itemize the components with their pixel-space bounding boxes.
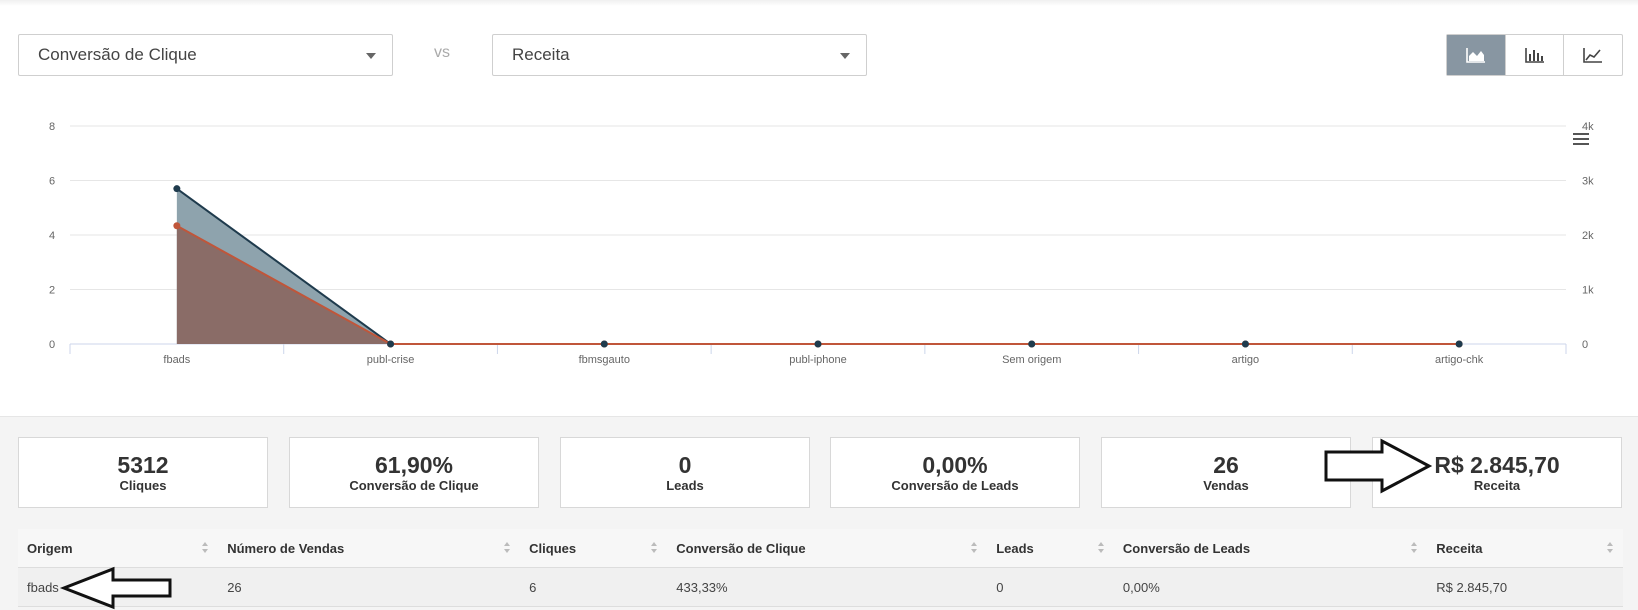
table-cell: 0,00%: [1113, 567, 1428, 607]
column-header[interactable]: Número de Vendas: [218, 529, 521, 568]
left-arrow-annotation: [59, 566, 172, 610]
chevron-down-icon: [366, 53, 376, 59]
stat-card: 61,90% Conversão de Clique: [289, 437, 539, 508]
table-cell: 0: [987, 567, 1114, 607]
vs-label: vs: [434, 44, 450, 61]
right-arrow-annotation: [1324, 438, 1433, 494]
stat-value: 5312: [117, 452, 169, 478]
stat-value: 26: [1213, 452, 1239, 478]
y-right-tick-label: 0: [1582, 339, 1588, 351]
hamburger-menu-icon[interactable]: [1573, 133, 1589, 145]
y-left-tick-label: 0: [49, 339, 55, 351]
column-header[interactable]: Cliques: [520, 529, 668, 568]
column-header-label: Conversão de Clique: [676, 540, 806, 556]
sort-icon: [202, 542, 209, 553]
y-right-tick-label: 3k: [1582, 176, 1594, 188]
column-header-label: Número de Vendas: [227, 540, 345, 556]
stat-label: Conversão de Leads: [891, 478, 1019, 493]
column-header-label: Leads: [996, 540, 1034, 556]
column-header-label: Conversão de Leads: [1122, 540, 1251, 556]
x-tick-label: artigo: [1232, 354, 1260, 366]
series-point: [1028, 340, 1036, 348]
x-tick-label: fbads: [163, 354, 190, 366]
y-left-tick-label: 2: [49, 285, 55, 297]
metric1-select[interactable]: Conversão de Clique: [18, 34, 393, 76]
y-right-tick-label: 2k: [1582, 230, 1594, 242]
x-tick-label: publ-crise: [367, 354, 415, 366]
sort-icon: [504, 542, 511, 553]
top-shadow: [0, 0, 1638, 6]
series-point: [173, 222, 181, 230]
series-line: [176, 224, 1460, 345]
area-chart-icon: [1466, 48, 1485, 63]
table-row[interactable]: fbads 26 6 433,33% 0 0,00% R$ 2.845,70: [18, 567, 1623, 607]
y-left-tick-label: 8: [49, 121, 55, 133]
stat-card: 5312 Cliques: [18, 437, 268, 508]
stat-value: 0,00%: [922, 452, 988, 478]
table-cell: 26: [218, 567, 521, 607]
stat-card: 26 Vendas: [1101, 437, 1351, 508]
y-left-tick-label: 6: [49, 176, 55, 188]
stat-label: Leads: [666, 478, 704, 493]
series-point: [814, 340, 822, 348]
chevron-down-icon: [840, 53, 850, 59]
stat-value: 61,90%: [374, 452, 453, 478]
column-header[interactable]: Conversão de Leads: [1113, 529, 1428, 568]
column-header-label: Origem: [27, 540, 73, 556]
stat-card: 0,00% Conversão de Leads: [830, 437, 1080, 508]
metric2-select[interactable]: Receita: [492, 34, 867, 76]
column-header[interactable]: Leads: [987, 529, 1114, 568]
x-tick-label: Sem origem: [1002, 354, 1061, 366]
sort-icon: [971, 542, 978, 553]
sort-icon: [651, 542, 658, 553]
stat-label: Cliques: [119, 478, 167, 493]
area-chart: 0 2 4 6 8 0 1k 2k 3k 4k fbads publ-crise fbmsgauto pu…: [49, 121, 1594, 366]
line-chart-button[interactable]: [1564, 35, 1622, 75]
table-cell: 6: [520, 567, 668, 607]
series-point: [173, 185, 181, 193]
series-point: [1455, 340, 1463, 348]
table-cell: 433,33%: [667, 567, 988, 607]
x-tick-label: publ-iphone: [789, 354, 847, 366]
column-header[interactable]: Conversão de Clique: [667, 529, 988, 568]
bar-chart-button[interactable]: [1506, 35, 1565, 75]
series-point: [1241, 340, 1249, 348]
sort-icon: [1607, 542, 1613, 553]
y-left-tick-label: 4: [49, 230, 55, 242]
y-right-tick-label: 1k: [1582, 285, 1594, 297]
column-header-label: Cliques: [529, 540, 577, 556]
series-point: [387, 340, 395, 348]
sort-icon: [1411, 542, 1418, 553]
origins-table: Origem Número de Vendas Cliques Conversão d…: [18, 529, 1623, 607]
stat-label: Vendas: [1203, 478, 1249, 493]
y-right-tick-label: 4k: [1582, 121, 1594, 133]
line-chart-icon: [1583, 48, 1603, 63]
stat-card: 0 Leads: [560, 437, 810, 508]
series-point: [600, 340, 608, 348]
series-area: [176, 225, 1460, 344]
bar-chart-icon: [1524, 48, 1544, 63]
stat-label: Conversão de Clique: [349, 478, 479, 493]
stat-value: 0: [678, 452, 692, 478]
table-cell: R$ 2.845,70: [1427, 567, 1623, 607]
metric1-value: Conversão de Clique: [38, 45, 197, 64]
column-header-label: Receita: [1436, 540, 1483, 556]
x-tick-label: artigo-chk: [1435, 354, 1484, 366]
column-header[interactable]: Receita: [1427, 529, 1623, 568]
column-header[interactable]: Origem: [18, 529, 219, 568]
area-chart-button[interactable]: [1447, 35, 1506, 75]
series-line: [176, 187, 1460, 345]
sort-icon: [1097, 542, 1104, 553]
series-area: [176, 188, 1460, 344]
x-tick-label: fbmsgauto: [579, 354, 630, 366]
chart-type-toggle: [1446, 34, 1623, 76]
metric2-value: Receita: [512, 45, 570, 64]
